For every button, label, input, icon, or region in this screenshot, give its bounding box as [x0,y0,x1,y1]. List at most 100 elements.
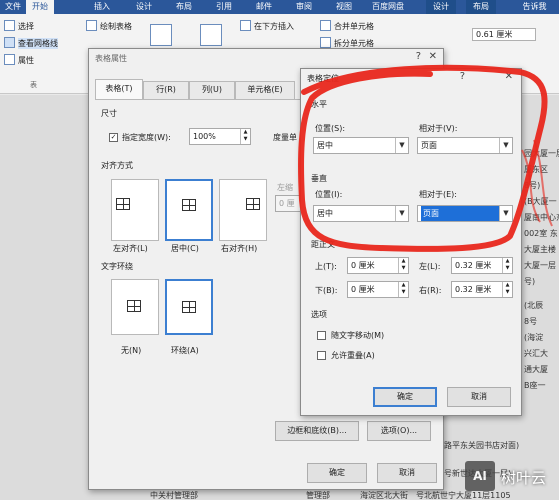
document-text-line: 号) [524,277,536,286]
ribbon-tab[interactable]: 审阅 [290,0,318,14]
watermark: AI 树叶云 [463,455,559,500]
wrap-none-option[interactable] [111,279,159,335]
indent-label: 左缩 [277,183,293,192]
table-icon [246,198,260,210]
chevron-down-icon[interactable]: ▼ [395,206,408,221]
document-text-line: 通大厦 [524,365,548,374]
align-center-option[interactable] [165,179,213,241]
document-text-line: 兴汇大 [524,349,548,358]
wrap-none-label: 无(N) [121,346,142,355]
row-height-input[interactable]: 0.61 厘米 [472,28,536,41]
select-button[interactable]: 选择 [18,21,34,32]
move-with-text-label: 随文字移动(M) [331,331,385,340]
document-text-line: 002室 东 [524,229,558,238]
tab-column[interactable]: 列(U) [189,81,235,99]
document-text-line: 管理部 [306,491,330,500]
preferred-width-input[interactable]: 100% ▲ ▼ [189,128,251,145]
insert-above-icon[interactable] [200,24,222,46]
right-input[interactable]: 0.32 厘米 ▲ ▼ [451,281,513,298]
horizontal-section-label: 水平 [311,100,327,109]
cancel-button[interactable]: 取消 [377,463,437,483]
document-text-line: (B大厦一 [524,197,557,206]
borders-shading-button[interactable]: 边框和底纹(B)... [275,421,359,441]
bottom-input[interactable]: 0 厘米 ▲ ▼ [347,281,409,298]
document-text-line: 中关村管理部 [150,491,198,500]
ribbon-tab[interactable]: 邮件 [250,0,278,14]
preferred-width-spinner[interactable]: ▲ ▼ [240,129,250,144]
ribbon-tab[interactable]: 插入 [88,0,116,14]
preferred-width-checkbox[interactable]: ✓ [109,133,118,142]
ribbon-tab[interactable]: 引用 [210,0,238,14]
h-relative-label: 相对于(V): [419,124,458,133]
align-right-label: 右对齐(H) [221,244,258,253]
help-icon[interactable]: ? [416,51,421,62]
chevron-down-icon[interactable]: ▼ [499,138,512,153]
delete-table-icon[interactable] [150,24,172,46]
options-section-label: 选项 [311,310,327,319]
left-spinner[interactable]: ▲ ▼ [502,258,512,273]
ribbon-tab[interactable]: 文件 [0,0,26,14]
document-text-line: 8号) [524,181,541,190]
merge-cells-button[interactable]: 合并单元格 [334,21,374,32]
draw-table-button[interactable]: 绘制表格 [100,21,132,32]
ok-button[interactable]: 确定 [307,463,367,483]
view-gridlines-button[interactable]: 查看网格线 [18,38,58,49]
bottom-spinner[interactable]: ▲ ▼ [398,282,408,297]
table-positioning-dialog: 表格定位 ? ✕ 水平 位置(S): 居中 ▼ 相对于(V): 页面 ▼ 垂直 … [300,68,522,416]
align-center-label: 居中(C) [171,244,199,253]
chevron-down-icon[interactable]: ▼ [499,206,512,221]
ribbon-tab[interactable]: 设计 [130,0,158,14]
positioning-ok-button[interactable]: 确定 [373,387,437,407]
h-relative-dropdown[interactable]: 页面 ▼ [417,137,513,154]
right-spinner[interactable]: ▲ ▼ [502,282,512,297]
left-label: 左(L): [419,262,441,271]
tab-row[interactable]: 行(R) [143,81,189,99]
wrap-section-label: 文字环绕 [101,262,133,271]
table-icon [116,198,130,210]
h-position-label: 位置(S): [315,124,346,133]
align-right-option[interactable] [219,179,267,241]
tab-cell[interactable]: 单元格(E) [235,81,295,99]
document-text-line: 大厦主楼 [524,245,556,254]
ribbon-tab[interactable]: 布局 [170,0,198,14]
v-relative-value: 页面 [421,206,501,221]
preferred-width-label: 指定宽度(W): [122,133,171,142]
ribbon-tab[interactable]: 布局 [466,0,496,14]
close-icon[interactable]: ✕ [429,51,437,62]
properties-button[interactable]: 属性 [18,55,34,66]
top-input[interactable]: 0 厘米 ▲ ▼ [347,257,409,274]
indent-input[interactable]: 0 厘 [275,195,301,212]
top-label: 上(T): [315,262,337,271]
h-relative-value: 页面 [421,141,437,150]
v-position-dropdown[interactable]: 居中 ▼ [313,205,409,222]
v-relative-label: 相对于(E): [419,190,457,199]
wrap-around-option[interactable] [165,279,213,335]
align-left-label: 左对齐(L) [113,244,148,253]
options-button[interactable]: 选项(O)... [367,421,431,441]
h-position-dropdown[interactable]: 居中 ▼ [313,137,409,154]
tab-table[interactable]: 表格(T) [95,79,143,99]
ribbon-tab[interactable]: 告诉我 [510,0,559,14]
help-icon[interactable]: ? [460,71,465,82]
insert-below-button[interactable]: 在下方插入 [254,21,294,32]
move-with-text-checkbox[interactable] [317,331,326,340]
document-text-line: 厦东区 [524,165,548,174]
v-relative-dropdown[interactable]: 页面 ▼ [417,205,513,222]
allow-overlap-checkbox[interactable] [317,351,326,360]
ribbon-tab[interactable]: 设计 [426,0,456,14]
document-text-line: 海淀区北大街 [360,491,408,500]
top-spinner[interactable]: ▲ ▼ [398,258,408,273]
split-cells-icon [320,37,331,48]
document-text-line: B座一 [524,381,546,390]
close-icon[interactable]: ✕ [505,71,513,82]
ribbon-tab[interactable]: 百度网盘 [368,0,408,14]
alignment-section-label: 对齐方式 [101,161,133,170]
align-left-option[interactable] [111,179,159,241]
ribbon-tab[interactable]: 开始 [26,0,54,14]
ribbon-tab[interactable]: 视图 [330,0,358,14]
right-label: 右(R): [419,286,442,295]
positioning-cancel-button[interactable]: 取消 [447,387,511,407]
left-input[interactable]: 0.32 厘米 ▲ ▼ [451,257,513,274]
chevron-down-icon[interactable]: ▼ [395,138,408,153]
bottom-label: 下(B): [315,286,338,295]
